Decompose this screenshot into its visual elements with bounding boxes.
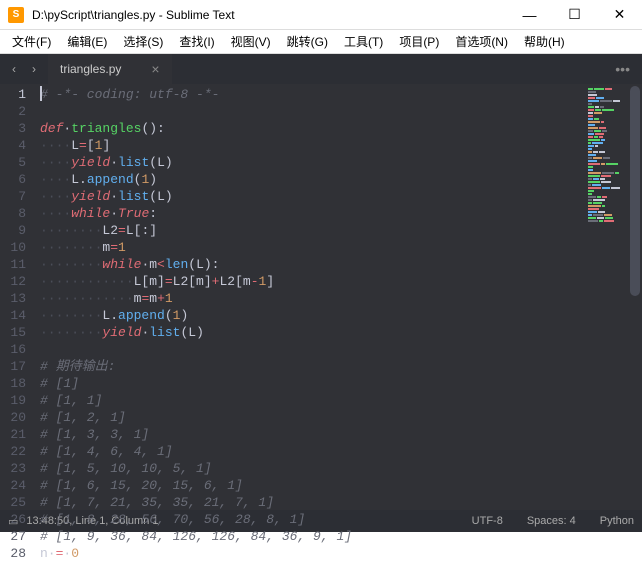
tab-overflow-button[interactable]: ••• [603, 61, 642, 77]
code-line[interactable]: ············L[m]=L2[m]+L2[m-1] [40, 273, 586, 290]
code-line[interactable]: ····while·True: [40, 205, 586, 222]
line-number[interactable]: 19 [0, 392, 36, 409]
menu-item[interactable]: 选择(S) [115, 31, 171, 52]
menu-item[interactable]: 查找(I) [171, 31, 222, 52]
code-line[interactable]: # [1, 3, 3, 1] [40, 426, 586, 443]
nav-back-button[interactable]: ‹ [4, 59, 24, 79]
tabbar: ‹ › triangles.py × ••• [0, 54, 642, 84]
line-number[interactable]: 28 [0, 545, 36, 562]
line-number[interactable]: 12 [0, 273, 36, 290]
code-line[interactable]: # 期待输出: [40, 358, 586, 375]
editor[interactable]: 1234567891011121314151617181920212223242… [0, 84, 642, 510]
menubar: 文件(F)编辑(E)选择(S)查找(I)视图(V)跳转(G)工具(T)项目(P)… [0, 30, 642, 54]
line-number[interactable]: 27 [0, 528, 36, 545]
vertical-scrollbar[interactable] [628, 84, 642, 510]
line-number[interactable]: 15 [0, 324, 36, 341]
code-line[interactable] [40, 103, 586, 120]
line-number[interactable]: 20 [0, 409, 36, 426]
minimap[interactable] [586, 84, 628, 510]
menu-item[interactable]: 视图(V) [223, 31, 279, 52]
scrollbar-thumb[interactable] [630, 86, 640, 296]
line-number[interactable]: 24 [0, 477, 36, 494]
line-number[interactable]: 22 [0, 443, 36, 460]
line-number[interactable]: 2 [0, 103, 36, 120]
tab-close-icon[interactable]: × [151, 61, 159, 77]
line-number[interactable]: 8 [0, 205, 36, 222]
line-number[interactable]: 16 [0, 341, 36, 358]
titlebar: S D:\pyScript\triangles.py - Sublime Tex… [0, 0, 642, 30]
code-line[interactable]: # [1, 6, 15, 20, 15, 6, 1] [40, 477, 586, 494]
line-number[interactable]: 6 [0, 171, 36, 188]
maximize-button[interactable]: ☐ [552, 0, 597, 30]
code-line[interactable]: ········yield·list(L) [40, 324, 586, 341]
line-number[interactable]: 18 [0, 375, 36, 392]
window-title: D:\pyScript\triangles.py - Sublime Text [32, 8, 507, 22]
code-line[interactable]: # [1, 5, 10, 10, 5, 1] [40, 460, 586, 477]
code-line[interactable]: ····L.append(1) [40, 171, 586, 188]
gutter: 1234567891011121314151617181920212223242… [0, 84, 36, 510]
line-number[interactable]: 4 [0, 137, 36, 154]
minimize-button[interactable]: — [507, 0, 552, 30]
code-line[interactable]: ············m=m+1 [40, 290, 586, 307]
line-number[interactable]: 21 [0, 426, 36, 443]
code-line[interactable]: n·=·0 [40, 545, 586, 562]
menu-item[interactable]: 首选项(N) [447, 31, 516, 52]
file-tab[interactable]: triangles.py × [48, 54, 173, 84]
code-line[interactable]: ····yield·list(L) [40, 154, 586, 171]
tab-label: triangles.py [60, 62, 121, 76]
menu-item[interactable]: 工具(T) [336, 31, 391, 52]
code-line[interactable]: # [1, 2, 1] [40, 409, 586, 426]
code-line[interactable]: ········L.append(1) [40, 307, 586, 324]
close-button[interactable]: ✕ [597, 0, 642, 30]
line-number[interactable]: 14 [0, 307, 36, 324]
code-line[interactable]: def·triangles(): [40, 120, 586, 137]
line-number[interactable]: 7 [0, 188, 36, 205]
code-line[interactable]: ········m=1 [40, 239, 586, 256]
code-line[interactable]: ····L=[1] [40, 137, 586, 154]
code-line[interactable]: # [1] [40, 375, 586, 392]
code-line[interactable]: ····yield·list(L) [40, 188, 586, 205]
line-number[interactable]: 17 [0, 358, 36, 375]
line-number[interactable]: 25 [0, 494, 36, 511]
menu-item[interactable]: 文件(F) [4, 31, 59, 52]
code-line[interactable]: # [1, 8, 28, 56, 70, 56, 28, 8, 1] [40, 511, 586, 528]
code-line[interactable]: ········while·m<len(L): [40, 256, 586, 273]
panel-switcher-icon[interactable]: ▭ [8, 515, 18, 528]
line-number[interactable]: 10 [0, 239, 36, 256]
code-line[interactable]: # -*- coding: utf-8 -*- [40, 86, 586, 103]
menu-item[interactable]: 编辑(E) [59, 31, 115, 52]
code-area[interactable]: # -*- coding: utf-8 -*- def·triangles():… [36, 84, 586, 510]
status-syntax[interactable]: Python [600, 515, 634, 527]
code-line[interactable]: ········L2=L[:] [40, 222, 586, 239]
line-number[interactable]: 5 [0, 154, 36, 171]
code-line[interactable]: # [1, 9, 36, 84, 126, 126, 84, 36, 9, 1] [40, 528, 586, 545]
code-line[interactable]: # [1, 7, 21, 35, 35, 21, 7, 1] [40, 494, 586, 511]
app-icon: S [8, 7, 24, 23]
line-number[interactable]: 23 [0, 460, 36, 477]
line-number[interactable]: 13 [0, 290, 36, 307]
line-number[interactable]: 1 [0, 86, 36, 103]
line-number[interactable]: 9 [0, 222, 36, 239]
text-cursor [40, 86, 42, 101]
menu-item[interactable]: 跳转(G) [279, 31, 336, 52]
menu-item[interactable]: 帮助(H) [516, 31, 573, 52]
menu-item[interactable]: 项目(P) [391, 31, 447, 52]
line-number[interactable]: 3 [0, 120, 36, 137]
line-number[interactable]: 11 [0, 256, 36, 273]
code-line[interactable] [40, 341, 586, 358]
code-line[interactable]: # [1, 4, 6, 4, 1] [40, 443, 586, 460]
nav-forward-button[interactable]: › [24, 59, 44, 79]
code-line[interactable]: # [1, 1] [40, 392, 586, 409]
